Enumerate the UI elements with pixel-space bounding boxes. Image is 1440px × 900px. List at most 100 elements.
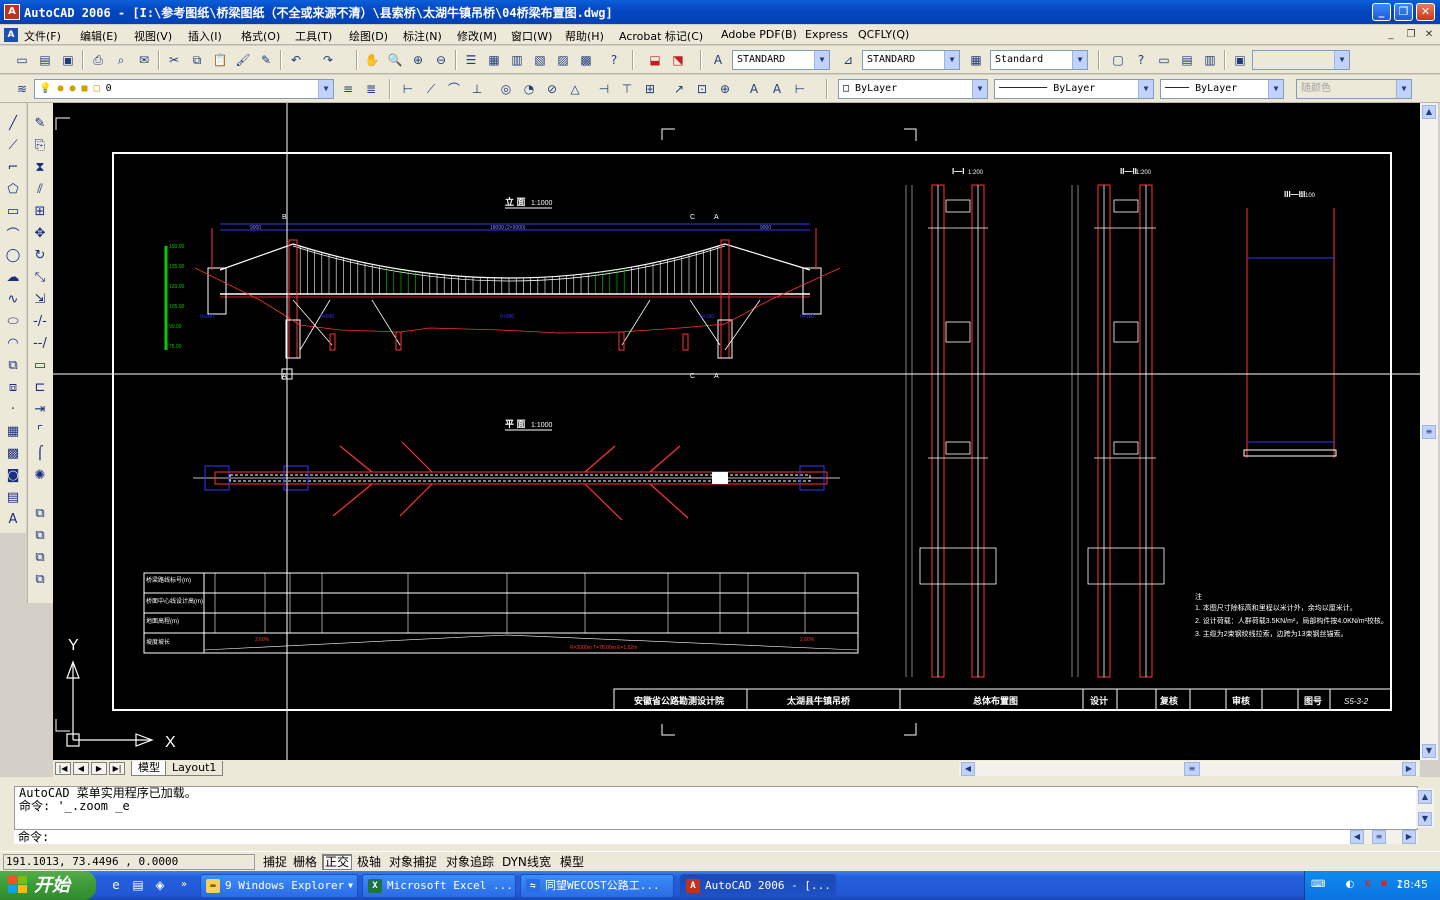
mtext-icon[interactable]: A xyxy=(2,509,24,529)
scroll-up-icon[interactable]: ▲ xyxy=(1422,105,1436,119)
cmd-scroll-up-icon[interactable]: ▲ xyxy=(1418,790,1432,804)
menu-tools[interactable]: 工具(T) xyxy=(295,28,332,44)
tool-palettes-icon[interactable]: ▥ xyxy=(507,50,527,70)
menu-dimension[interactable]: 标注(N) xyxy=(403,28,442,44)
menu-help[interactable]: 帮助(H) xyxy=(565,28,604,44)
print-icon[interactable]: ⎙ xyxy=(88,50,108,70)
quicklaunch-icon[interactable]: ◈ xyxy=(152,877,168,893)
menu-view[interactable]: 视图(V) xyxy=(134,28,172,44)
viewport-scale-select[interactable]: ▼ xyxy=(1252,50,1350,70)
command-hscroll[interactable]: ◀ ≡ ▶ xyxy=(1350,830,1418,844)
desktop-icon[interactable]: ▤ xyxy=(130,877,146,893)
autocad-app-icon[interactable]: A xyxy=(4,4,20,20)
trim-icon[interactable]: -/- xyxy=(29,311,51,331)
otrack-toggle[interactable]: 对象追踪 xyxy=(443,854,497,870)
security-icon[interactable]: ✖ xyxy=(1377,878,1391,892)
lineweight-select[interactable]: ──── ByLayer ▼ xyxy=(1160,79,1284,99)
doc-minimize-icon[interactable]: _ xyxy=(1384,28,1398,42)
draworder-front-icon[interactable]: ⧉ xyxy=(29,503,51,523)
menu-format[interactable]: 格式(O) xyxy=(241,28,280,44)
start-button[interactable]: 开始 xyxy=(0,871,96,900)
help-icon[interactable]: ? xyxy=(604,50,624,70)
extend-icon[interactable]: --/ xyxy=(29,333,51,353)
insert-block-icon[interactable]: ⧉ xyxy=(2,355,24,375)
doc-restore-icon[interactable]: ❐ xyxy=(1404,28,1418,42)
layer-select[interactable]: 💡 ● ● ■ □ 0 ▼ xyxy=(34,79,334,99)
make-block-icon[interactable]: ⧈ xyxy=(2,377,24,397)
radius-dim-icon[interactable]: ◎ xyxy=(496,79,516,99)
menu-draw[interactable]: 绘图(D) xyxy=(349,28,388,44)
tab-prev-icon[interactable]: ◀ xyxy=(73,762,89,775)
gradient-icon[interactable]: ▩ xyxy=(2,443,24,463)
leader-icon[interactable]: ↗ xyxy=(669,79,689,99)
ellipse-icon[interactable]: ⬭ xyxy=(2,311,24,331)
vertical-scrollbar[interactable]: ▲ ≡ ▼ xyxy=(1420,103,1438,760)
minimize-button[interactable]: _ xyxy=(1372,3,1391,21)
tab-last-icon[interactable]: ▶| xyxy=(109,762,125,775)
viewport-scale-icon[interactable]: ▣ xyxy=(1230,50,1250,70)
hatch-icon[interactable]: ▦ xyxy=(2,421,24,441)
new-icon[interactable]: ▭ xyxy=(12,50,32,70)
break-icon[interactable]: ⊏ xyxy=(29,377,51,397)
dim-edit-icon[interactable]: A xyxy=(744,79,764,99)
publish-icon[interactable]: ✉ xyxy=(134,50,154,70)
horizontal-scrollbar[interactable]: ◀ ≡ ▶ xyxy=(959,761,1419,776)
cmd-scroll-down-icon[interactable]: ▼ xyxy=(1418,812,1432,826)
dim-style-select[interactable]: STANDARD ▼ xyxy=(862,50,960,70)
plotstyle-select[interactable]: 随颜色 ▼ xyxy=(1296,79,1412,99)
scroll-left-icon[interactable]: ◀ xyxy=(961,762,975,776)
design-center-icon[interactable]: ▦ xyxy=(484,50,504,70)
scroll-right-icon[interactable]: ▶ xyxy=(1402,762,1416,776)
offset-icon[interactable]: ⫽ xyxy=(29,179,51,199)
explode-icon[interactable]: ✺ xyxy=(29,465,51,485)
region-icon[interactable]: ◙ xyxy=(2,465,24,485)
rotate-icon[interactable]: ↻ xyxy=(29,245,51,265)
menu-edit[interactable]: 编辑(E) xyxy=(80,28,118,44)
language-icon[interactable]: ◐ xyxy=(1343,878,1357,892)
zoom-window-icon[interactable]: ⊕ xyxy=(408,50,428,70)
arc-length-icon[interactable]: ⌒ xyxy=(444,79,464,99)
diameter-dim-icon[interactable]: ⊘ xyxy=(542,79,562,99)
close-button[interactable]: ✕ xyxy=(1416,3,1435,21)
scroll-down-icon[interactable]: ▼ xyxy=(1422,744,1436,758)
table-icon[interactable]: ▤ xyxy=(2,487,24,507)
markup-icon[interactable]: ▨ xyxy=(553,50,573,70)
cmd-hscroll-thumb[interactable]: ≡ xyxy=(1372,830,1386,844)
scroll-thumb[interactable]: ≡ xyxy=(1422,425,1436,439)
doc-close-icon[interactable]: ✕ xyxy=(1422,28,1436,42)
tab-layout1[interactable]: Layout1 xyxy=(165,761,224,776)
cmd-scroll-right-icon[interactable]: ▶ xyxy=(1402,830,1416,844)
viewport-single-icon[interactable]: ▭ xyxy=(1154,50,1174,70)
polyline-icon[interactable]: ⌐ xyxy=(2,157,24,177)
layer-previous-icon[interactable]: ≣ xyxy=(361,79,381,99)
grid-toggle[interactable]: 栅格 xyxy=(290,854,320,870)
save-icon[interactable]: ▣ xyxy=(58,50,78,70)
dim-style-icon[interactable]: ⊿ xyxy=(838,50,858,70)
dim-text-edit-icon[interactable]: A xyxy=(767,79,787,99)
menu-insert[interactable]: 插入(I) xyxy=(188,28,222,44)
drawing-canvas[interactable]: 立 面 1:1000 150.00 135.00 120.00 105.00 90.0… xyxy=(53,103,1420,760)
coordinate-display[interactable]: 191.1013, 73.4496 , 0.0000 xyxy=(3,854,255,870)
draworder-above-icon[interactable]: ⧉ xyxy=(29,547,51,567)
zoom-realtime-icon[interactable]: 🔍 xyxy=(385,50,405,70)
document-icon[interactable]: A xyxy=(4,28,18,42)
menu-file[interactable]: 文件(F) xyxy=(24,28,61,44)
keyboard-icon[interactable]: ⌨ xyxy=(1311,878,1325,892)
construction-line-icon[interactable]: ⟋ xyxy=(2,135,24,155)
continue-dim-icon[interactable]: ⊞ xyxy=(640,79,660,99)
lineweight-toggle[interactable]: 线宽 xyxy=(524,854,554,870)
properties-icon[interactable]: ☰ xyxy=(461,50,481,70)
quick-dim-icon[interactable]: ⊣ xyxy=(594,79,614,99)
revcloud-icon[interactable]: ☁ xyxy=(2,267,24,287)
table-style-select[interactable]: Standard ▼ xyxy=(990,50,1088,70)
center-mark-icon[interactable]: ⊕ xyxy=(715,79,735,99)
linetype-select[interactable]: ──────── ByLayer ▼ xyxy=(994,79,1154,99)
tolerance-icon[interactable]: ⊡ xyxy=(692,79,712,99)
text-style-select[interactable]: STANDARD ▼ xyxy=(732,50,830,70)
point-icon[interactable]: · xyxy=(2,399,24,419)
draworder-back-icon[interactable]: ⧉ xyxy=(29,525,51,545)
chamfer-icon[interactable]: ⌜ xyxy=(29,421,51,441)
jogged-dim-icon[interactable]: ◔ xyxy=(519,79,539,99)
calculator-icon[interactable]: ▩ xyxy=(576,50,596,70)
model-toggle[interactable]: 模型 xyxy=(557,854,587,870)
